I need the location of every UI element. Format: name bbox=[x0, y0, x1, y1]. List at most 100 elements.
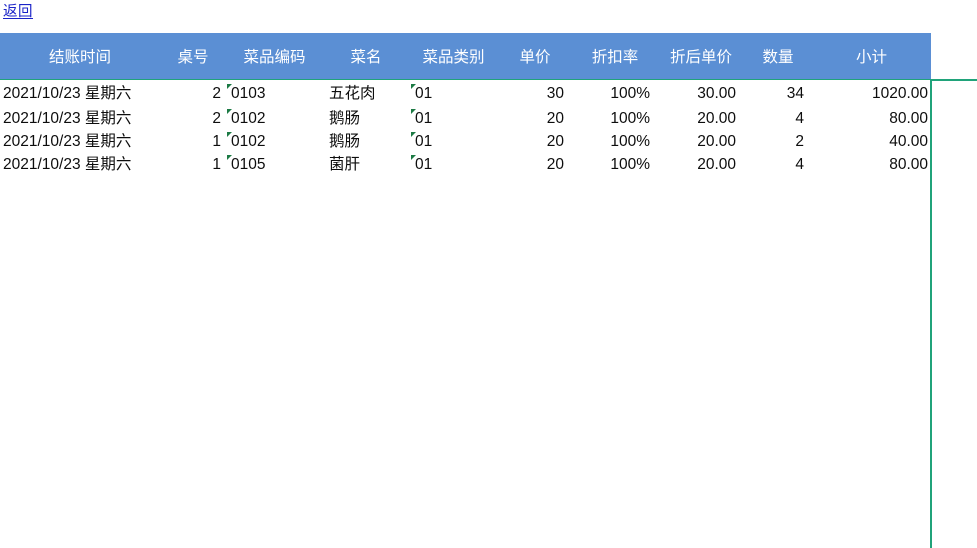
column-header-dish-category[interactable]: 菜品类别 bbox=[409, 33, 498, 80]
cell-dish-code[interactable]: 0103 bbox=[226, 80, 323, 108]
cell-content: 20 bbox=[546, 156, 564, 173]
cell-unit-price[interactable]: 20 bbox=[498, 153, 572, 176]
cell-content: 0103 bbox=[227, 82, 323, 107]
cell-dish-code[interactable]: 0105 bbox=[226, 153, 323, 176]
cell-content: 100% bbox=[610, 133, 650, 150]
cell-unit-price[interactable]: 20 bbox=[498, 107, 572, 130]
cell-dish-category[interactable]: 01 bbox=[409, 130, 498, 153]
cell-dish-name[interactable]: 五花肉 bbox=[323, 80, 409, 108]
number-stored-as-text-icon bbox=[227, 155, 232, 160]
cell-checkout-time[interactable]: 2021/10/23 星期六 bbox=[0, 107, 160, 130]
cell-content: 34 bbox=[786, 85, 804, 102]
cell-subtotal[interactable]: 80.00 bbox=[812, 153, 931, 176]
cell-content: 菌肝 bbox=[329, 156, 361, 173]
cell-price-after[interactable]: 20.00 bbox=[658, 153, 744, 176]
cell-table-no[interactable]: 2 bbox=[160, 80, 226, 108]
cell-unit-price[interactable]: 30 bbox=[498, 80, 572, 108]
cell-dish-category[interactable]: 01 bbox=[409, 153, 498, 176]
number-stored-as-text-icon bbox=[411, 84, 416, 89]
cell-content: 20 bbox=[546, 133, 564, 150]
cell-content: 0105 bbox=[227, 153, 323, 176]
cell-checkout-time[interactable]: 2021/10/23 星期六 bbox=[0, 130, 160, 153]
cell-content: 80.00 bbox=[889, 110, 928, 127]
cell-content: 01 bbox=[411, 107, 498, 130]
cell-discount-rate[interactable]: 100% bbox=[572, 153, 658, 176]
cell-content: 80.00 bbox=[889, 156, 928, 173]
cell-checkout-time[interactable]: 2021/10/23 星期六 bbox=[0, 80, 160, 108]
cell-discount-rate[interactable]: 100% bbox=[572, 130, 658, 153]
header-row: 结账时间 桌号 菜品编码 菜名 菜品类别 单价 折扣率 折后单价 数量 小计 bbox=[0, 33, 931, 80]
cell-dish-category[interactable]: 01 bbox=[409, 107, 498, 130]
cell-quantity[interactable]: 4 bbox=[744, 107, 812, 130]
cell-content: 鹅肠 bbox=[329, 110, 361, 127]
cell-dish-code[interactable]: 0102 bbox=[226, 107, 323, 130]
cell-dish-category[interactable]: 01 bbox=[409, 80, 498, 108]
column-header-dish-name[interactable]: 菜名 bbox=[323, 33, 409, 80]
cell-discount-rate[interactable]: 100% bbox=[572, 107, 658, 130]
table-row: 2021/10/23 星期六 2 0103 五花肉 01 30 100% 30.00 34 102… bbox=[0, 80, 931, 108]
number-stored-as-text-icon bbox=[227, 132, 232, 137]
cell-content: 1 bbox=[212, 156, 221, 173]
cell-content: 100% bbox=[610, 85, 650, 102]
cell-dish-code[interactable]: 0102 bbox=[226, 130, 323, 153]
selection-border-top bbox=[930, 79, 977, 81]
cell-dish-name[interactable]: 鹅肠 bbox=[323, 130, 409, 153]
cell-price-after[interactable]: 20.00 bbox=[658, 107, 744, 130]
cell-content: 2021/10/23 星期六 bbox=[3, 110, 132, 127]
cell-dish-name[interactable]: 鹅肠 bbox=[323, 107, 409, 130]
selection-border-right bbox=[930, 79, 932, 548]
column-header-unit-price[interactable]: 单价 bbox=[498, 33, 572, 80]
cell-content: 五花肉 bbox=[329, 85, 376, 102]
cell-content: 100% bbox=[610, 156, 650, 173]
cell-content: 100% bbox=[610, 110, 650, 127]
cell-dish-name[interactable]: 菌肝 bbox=[323, 153, 409, 176]
cell-content: 2021/10/23 星期六 bbox=[3, 85, 132, 102]
column-header-dish-code[interactable]: 菜品编码 bbox=[226, 33, 323, 80]
cell-content: 01 bbox=[411, 82, 498, 107]
number-stored-as-text-icon bbox=[411, 109, 416, 114]
cell-price-after[interactable]: 20.00 bbox=[658, 130, 744, 153]
cell-subtotal[interactable]: 80.00 bbox=[812, 107, 931, 130]
cell-subtotal[interactable]: 1020.00 bbox=[812, 80, 931, 108]
cell-checkout-time[interactable]: 2021/10/23 星期六 bbox=[0, 153, 160, 176]
cell-subtotal[interactable]: 40.00 bbox=[812, 130, 931, 153]
table-row: 2021/10/23 星期六 1 0105 菌肝 01 20 100% 20.00 4 80.00 bbox=[0, 153, 931, 176]
cell-content: 0102 bbox=[227, 107, 323, 130]
cell-content: 2 bbox=[212, 110, 221, 127]
number-stored-as-text-icon bbox=[227, 84, 232, 89]
cell-discount-rate[interactable]: 100% bbox=[572, 80, 658, 108]
column-header-subtotal[interactable]: 小计 bbox=[812, 33, 931, 80]
cell-table-no[interactable]: 1 bbox=[160, 130, 226, 153]
table-row: 2021/10/23 星期六 2 0102 鹅肠 01 20 100% 20.00 4 80.00 bbox=[0, 107, 931, 130]
cell-quantity[interactable]: 34 bbox=[744, 80, 812, 108]
order-detail-table: 结账时间 桌号 菜品编码 菜名 菜品类别 单价 折扣率 折后单价 数量 小计 2… bbox=[0, 33, 931, 176]
table-row: 2021/10/23 星期六 1 0102 鹅肠 01 20 100% 20.00 2 40.00 bbox=[0, 130, 931, 153]
number-stored-as-text-icon bbox=[411, 132, 416, 137]
cell-quantity[interactable]: 4 bbox=[744, 153, 812, 176]
cell-table-no[interactable]: 2 bbox=[160, 107, 226, 130]
cell-quantity[interactable]: 2 bbox=[744, 130, 812, 153]
cell-price-after[interactable]: 30.00 bbox=[658, 80, 744, 108]
cell-content: 20 bbox=[546, 110, 564, 127]
cell-content: 2021/10/23 星期六 bbox=[3, 156, 132, 173]
cell-content: 4 bbox=[795, 156, 804, 173]
cell-content: 1 bbox=[212, 133, 221, 150]
column-header-quantity[interactable]: 数量 bbox=[744, 33, 812, 80]
cell-unit-price[interactable]: 20 bbox=[498, 130, 572, 153]
back-link[interactable]: 返回 bbox=[3, 3, 33, 21]
cell-content: 01 bbox=[411, 153, 498, 176]
cell-content: 2 bbox=[212, 85, 221, 102]
column-header-discount-rate[interactable]: 折扣率 bbox=[572, 33, 658, 80]
number-stored-as-text-icon bbox=[411, 155, 416, 160]
cell-content: 2021/10/23 星期六 bbox=[3, 133, 132, 150]
cell-content: 20.00 bbox=[697, 133, 736, 150]
cell-content: 01 bbox=[411, 130, 498, 153]
column-header-table-no[interactable]: 桌号 bbox=[160, 33, 226, 80]
cell-content: 30 bbox=[546, 85, 564, 102]
column-header-checkout-time[interactable]: 结账时间 bbox=[0, 33, 160, 80]
cell-content: 2 bbox=[795, 133, 804, 150]
column-header-price-after[interactable]: 折后单价 bbox=[658, 33, 744, 80]
cell-content: 30.00 bbox=[697, 85, 736, 102]
cell-table-no[interactable]: 1 bbox=[160, 153, 226, 176]
cell-content: 20.00 bbox=[697, 110, 736, 127]
